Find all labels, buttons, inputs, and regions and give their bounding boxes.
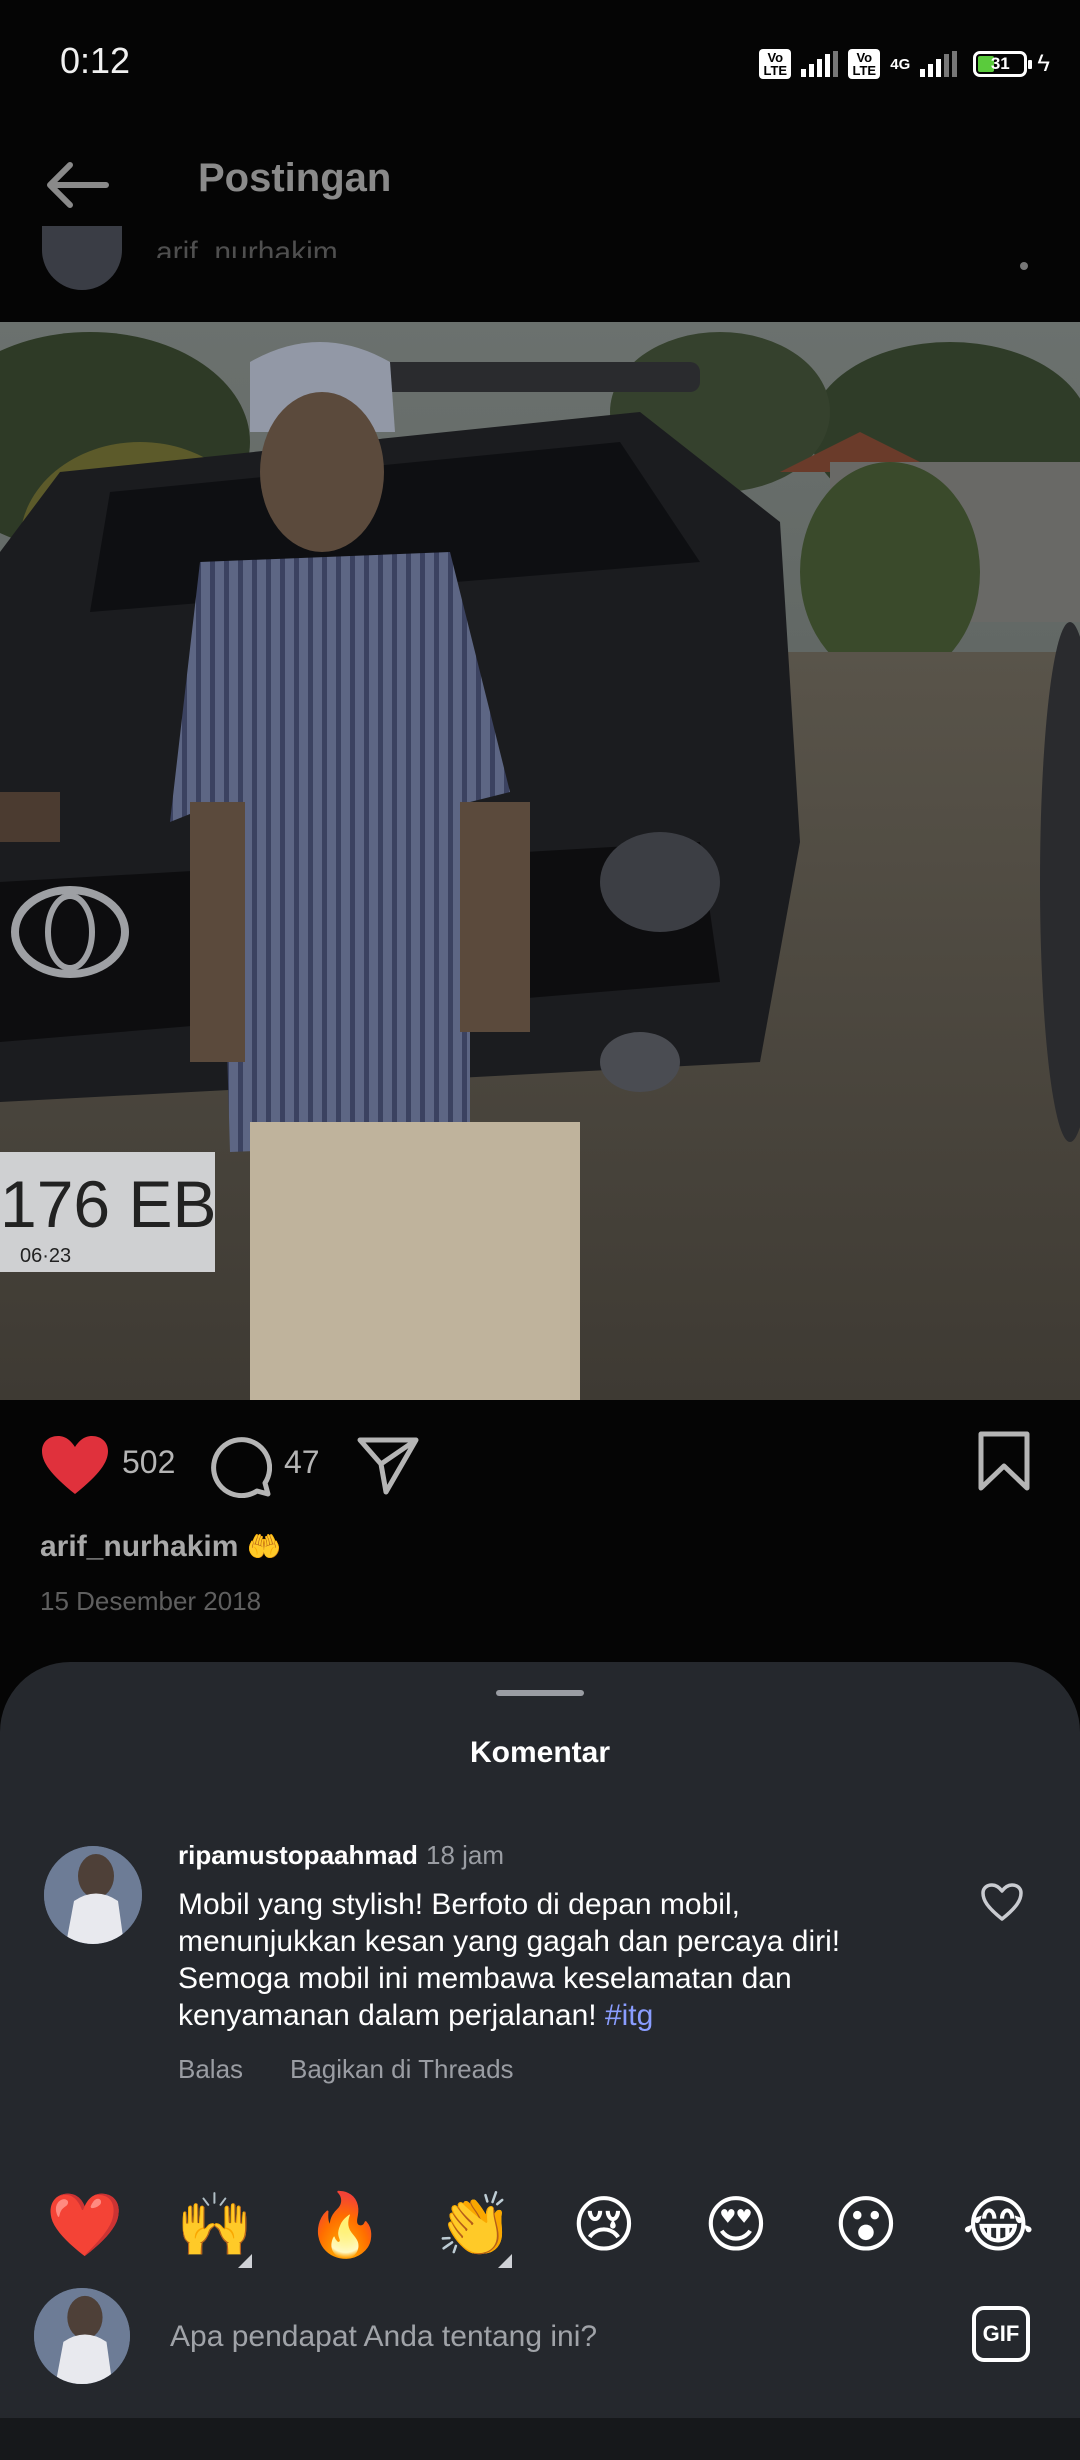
quick-reactions: ❤️ 🙌 🔥 👏 😢 😍 😮 😂	[0, 2190, 1080, 2270]
reaction-fire[interactable]: 🔥	[306, 2190, 383, 2262]
praying-hands-emoji: 🤲	[246, 1531, 282, 1562]
reaction-surprised[interactable]: 😮	[830, 2190, 902, 2262]
avatar-photo	[34, 2288, 130, 2384]
post-author-name[interactable]: arif_nurhakim 🤲	[40, 1530, 282, 1564]
comment-username[interactable]: ripamustopaahmad	[178, 1840, 418, 1871]
heart-filled-icon[interactable]	[40, 1434, 110, 1496]
back-button[interactable]	[40, 150, 120, 220]
share-threads-button[interactable]: Bagikan di Threads	[290, 2054, 514, 2085]
comments-sheet: Komentar ripamustopaahmad 18 jam Mobil y…	[0, 1662, 1080, 2460]
license-plate: 176 EB	[0, 1167, 217, 1241]
network-type: 4G	[890, 55, 911, 73]
comment-time: 18 jam	[426, 1840, 505, 1870]
reaction-laughing[interactable]: 😂	[962, 2190, 1034, 2262]
reply-button[interactable]: Balas	[178, 2054, 243, 2085]
comment-avatar[interactable]	[44, 1846, 142, 1944]
photo-illustration: 176 EB 06·23	[0, 322, 1080, 1400]
gif-button[interactable]: GIF	[972, 2306, 1030, 2362]
signal-icon	[920, 51, 958, 77]
status-icons: Vo LTE Vo LTE 4G 31 ϟ	[759, 44, 1050, 84]
reaction-heart-eyes[interactable]: 😍	[700, 2190, 772, 2262]
reaction-crying[interactable]: 😢	[568, 2190, 640, 2262]
reaction-heart[interactable]: ❤️	[46, 2190, 123, 2262]
comment-body: Mobil yang stylish! Berfoto di depan mob…	[178, 1888, 841, 2032]
raising-hands-emoji: 🙌	[176, 2191, 254, 2260]
reaction-clapping[interactable]: 👏	[436, 2190, 513, 2268]
battery-level: 31	[990, 54, 1010, 73]
charging-icon: ϟ	[1037, 50, 1050, 77]
arrow-left-icon	[47, 162, 109, 208]
comment-hashtag[interactable]: #itg	[605, 1999, 653, 2032]
avatar-photo	[44, 1846, 142, 1944]
comment-bubble-icon[interactable]	[208, 1434, 272, 1498]
send-icon[interactable]	[356, 1434, 420, 1496]
volte-icon: Vo LTE	[848, 49, 881, 79]
post-photo[interactable]: 176 EB 06·23	[0, 322, 1080, 1400]
clapping-emoji: 👏	[436, 2191, 514, 2260]
more-options-icon[interactable]	[1020, 262, 1028, 270]
status-time: 0:12	[60, 40, 131, 81]
post-actions: 502 47	[0, 1430, 1080, 1500]
comment-input[interactable]: Apa pendapat Anda tentang ini?	[170, 2310, 930, 2364]
comment-text: Mobil yang stylish! Berfoto di depan mob…	[178, 1886, 918, 2034]
license-plate-date: 06·23	[20, 1245, 71, 1267]
volte-icon: Vo LTE	[759, 49, 792, 79]
comment-count[interactable]: 47	[284, 1444, 320, 1481]
drag-handle[interactable]	[496, 1690, 584, 1696]
reaction-raising-hands[interactable]: 🙌	[176, 2190, 253, 2268]
post-date: 15 Desember 2018	[40, 1586, 262, 1616]
bookmark-icon[interactable]	[976, 1430, 1032, 1492]
system-nav-bar	[0, 2418, 1080, 2460]
signal-icon	[801, 51, 839, 77]
post-author-avatar[interactable]	[42, 226, 122, 290]
variant-indicator-icon	[238, 2254, 252, 2268]
post-username[interactable]: arif_nurhakim	[156, 236, 338, 258]
post-author-username[interactable]: arif_nurhakim	[40, 1530, 238, 1563]
like-count[interactable]: 502	[122, 1444, 175, 1481]
variant-indicator-icon	[498, 2254, 512, 2268]
battery-icon: 31	[973, 51, 1033, 77]
page-title: Postingan	[198, 156, 392, 200]
comments-title: Komentar	[469, 1736, 611, 1769]
current-user-avatar	[34, 2288, 130, 2384]
heart-outline-icon[interactable]	[980, 1882, 1024, 1922]
